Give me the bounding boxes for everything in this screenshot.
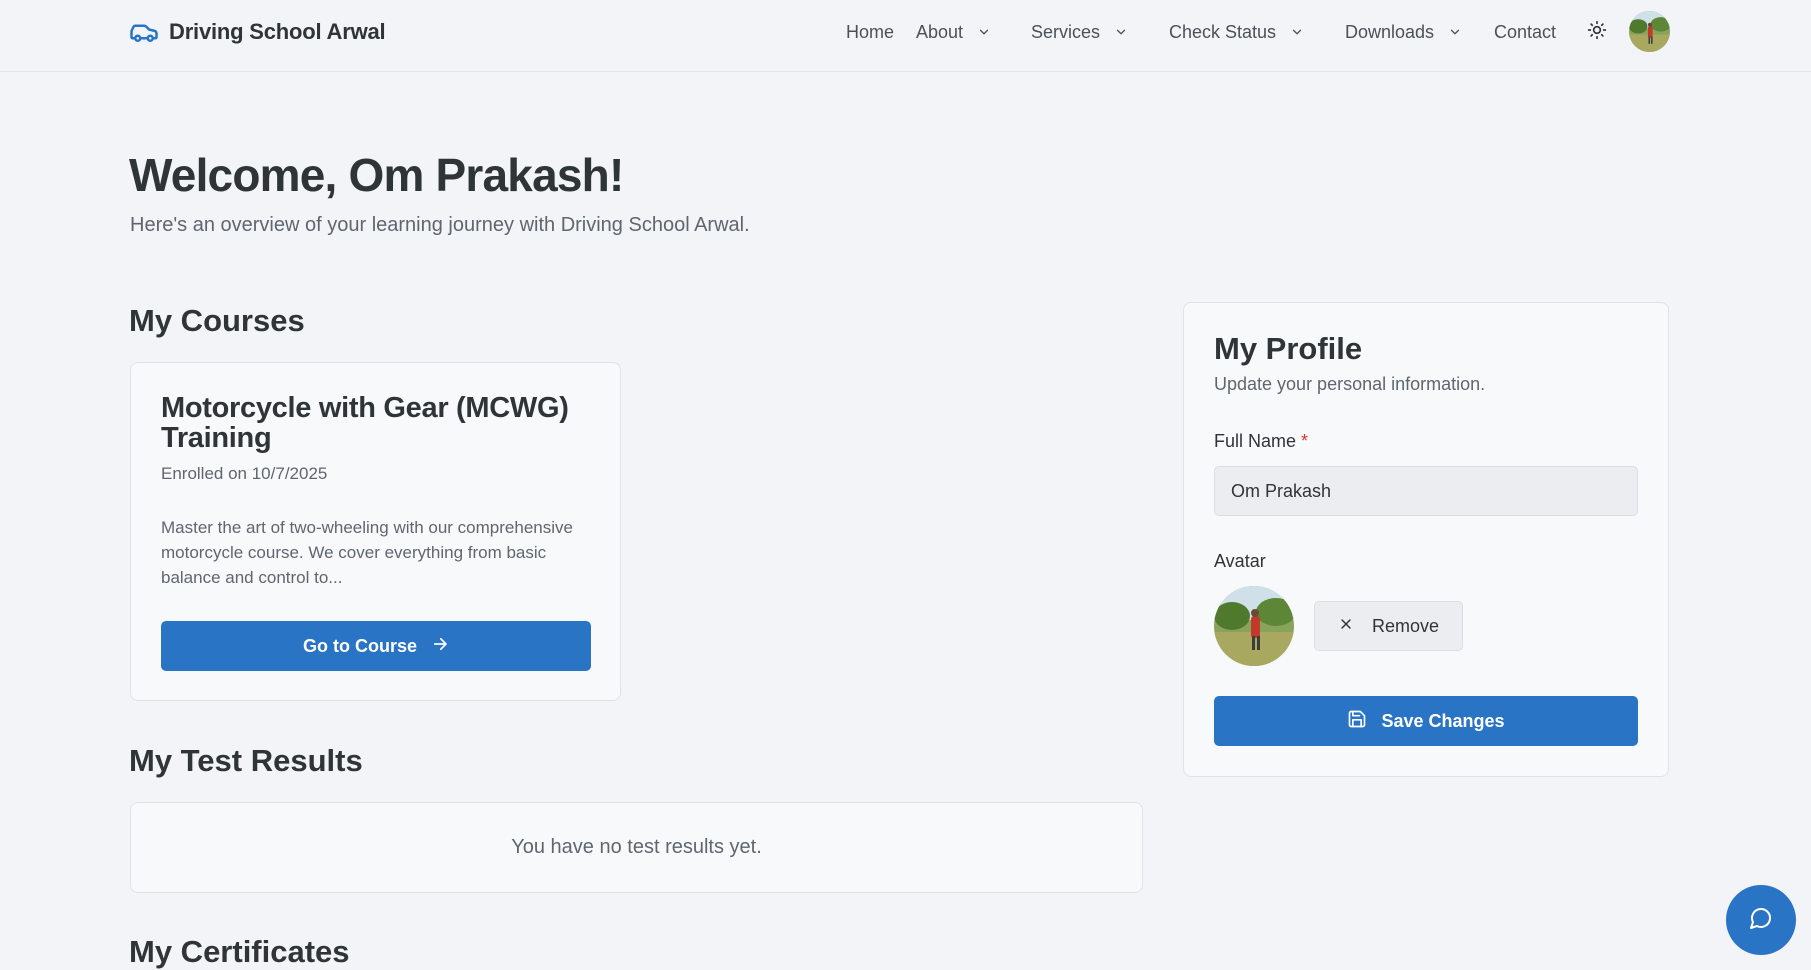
certificates-heading: My Certificates [129, 934, 350, 969]
page-subtitle: Here's an overview of your learning jour… [130, 214, 750, 236]
course-title: Motorcycle with Gear (MCWG) Training [161, 392, 569, 454]
nav-services-label: Services [1031, 21, 1101, 42]
full-name-label-text: Full Name [1214, 431, 1297, 451]
chevron-down-icon [977, 25, 991, 39]
course-card: Motorcycle with Gear (MCWG) Training Enr… [130, 362, 621, 701]
nav-about[interactable]: About [916, 18, 991, 46]
theme-toggle-button[interactable] [1584, 19, 1610, 45]
test-results-heading: My Test Results [129, 743, 363, 778]
profile-card: My Profile Update your personal informat… [1183, 302, 1669, 777]
top-nav-bar: Driving School Arwal Home About Services… [0, 0, 1811, 72]
save-changes-button[interactable]: Save Changes [1214, 696, 1638, 746]
course-description: Master the art of two-wheeling with our … [161, 518, 573, 587]
avatar-photo [1629, 11, 1670, 52]
profile-subtitle: Update your personal information. [1214, 374, 1486, 394]
save-label: Save Changes [1381, 710, 1505, 731]
nav-check-status-label: Check Status [1169, 21, 1277, 42]
chevron-down-icon [1448, 25, 1462, 39]
test-results-card: You have no test results yet. [130, 802, 1143, 893]
test-results-empty: You have no test results yet. [511, 836, 762, 858]
profile-avatar [1214, 586, 1294, 666]
avatar-label: Avatar [1214, 551, 1266, 571]
nav-about-label: About [916, 21, 964, 42]
full-name-input[interactable] [1214, 466, 1638, 516]
remove-avatar-button[interactable]: Remove [1314, 601, 1463, 651]
page-title: Welcome, Om Prakash! [129, 149, 624, 201]
remove-label: Remove [1371, 615, 1440, 636]
go-to-course-button[interactable]: Go to Course [161, 621, 591, 671]
avatar-photo [1214, 586, 1294, 666]
nav-services[interactable]: Services [1031, 18, 1128, 46]
profile-title: My Profile [1214, 331, 1363, 366]
nav-contact[interactable]: Contact [1494, 18, 1556, 46]
go-to-course-label: Go to Course [302, 635, 417, 656]
chat-button[interactable] [1726, 885, 1796, 955]
chevron-down-icon [1290, 25, 1304, 39]
nav-check-status[interactable]: Check Status [1169, 18, 1304, 46]
save-icon [1347, 709, 1367, 734]
full-name-label: Full Name * [1214, 431, 1308, 452]
nav-home[interactable]: Home [846, 18, 894, 46]
course-enrolled-date: Enrolled on 10/7/2025 [161, 464, 328, 483]
required-mark: * [1301, 431, 1309, 451]
arrow-right-icon [431, 635, 449, 658]
close-icon [1338, 616, 1354, 637]
nav-downloads[interactable]: Downloads [1345, 18, 1462, 46]
user-avatar-menu[interactable] [1629, 11, 1670, 52]
chevron-down-icon [1114, 25, 1128, 39]
nav-downloads-label: Downloads [1345, 21, 1435, 42]
main-nav: Home About Services Check Status Downloa… [0, 18, 1811, 46]
chat-bubble-icon [1749, 906, 1773, 935]
courses-heading: My Courses [129, 303, 305, 338]
sun-icon [1587, 20, 1607, 45]
